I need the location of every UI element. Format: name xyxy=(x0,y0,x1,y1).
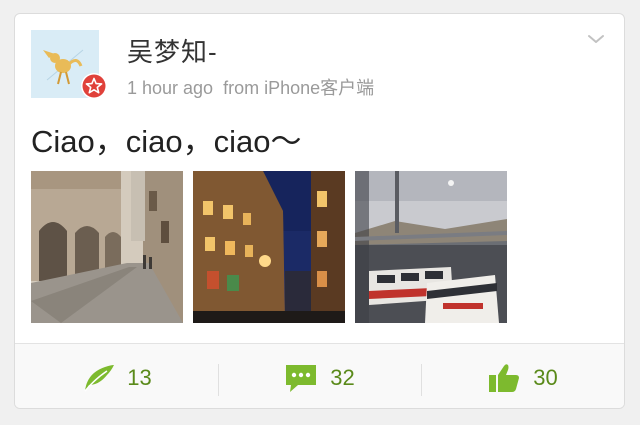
comment-button[interactable]: 32 xyxy=(218,344,421,408)
repost-button[interactable]: 13 xyxy=(15,344,218,408)
like-count: 30 xyxy=(533,364,558,390)
night-street-photo[interactable] xyxy=(193,171,345,323)
chevron-down-icon[interactable] xyxy=(586,32,606,46)
post-timestamp: 1 hour ago xyxy=(127,78,214,98)
like-button[interactable]: 30 xyxy=(421,344,624,408)
post-meta: 1 hour ago from iPhone客户端 xyxy=(127,74,374,100)
verified-badge-icon xyxy=(80,72,108,100)
comment-count: 32 xyxy=(330,364,355,390)
post-action-bar: 13 32 30 xyxy=(15,343,624,408)
street-arcade-photo[interactable] xyxy=(31,171,183,323)
post-text: Ciao，ciao，ciao～ xyxy=(31,124,302,159)
comment-bubble-icon xyxy=(284,363,318,393)
bus-window-photo[interactable] xyxy=(355,171,507,323)
username[interactable]: 吴梦知- xyxy=(127,32,218,69)
repost-leaf-icon xyxy=(81,363,115,393)
weibo-post-card: 吴梦知- 1 hour ago from iPhone客户端 Ciao，ciao，… xyxy=(14,13,625,409)
post-source[interactable]: from iPhone客户端 xyxy=(223,78,374,98)
repost-count: 13 xyxy=(127,364,152,390)
thumbs-up-icon xyxy=(487,363,521,393)
